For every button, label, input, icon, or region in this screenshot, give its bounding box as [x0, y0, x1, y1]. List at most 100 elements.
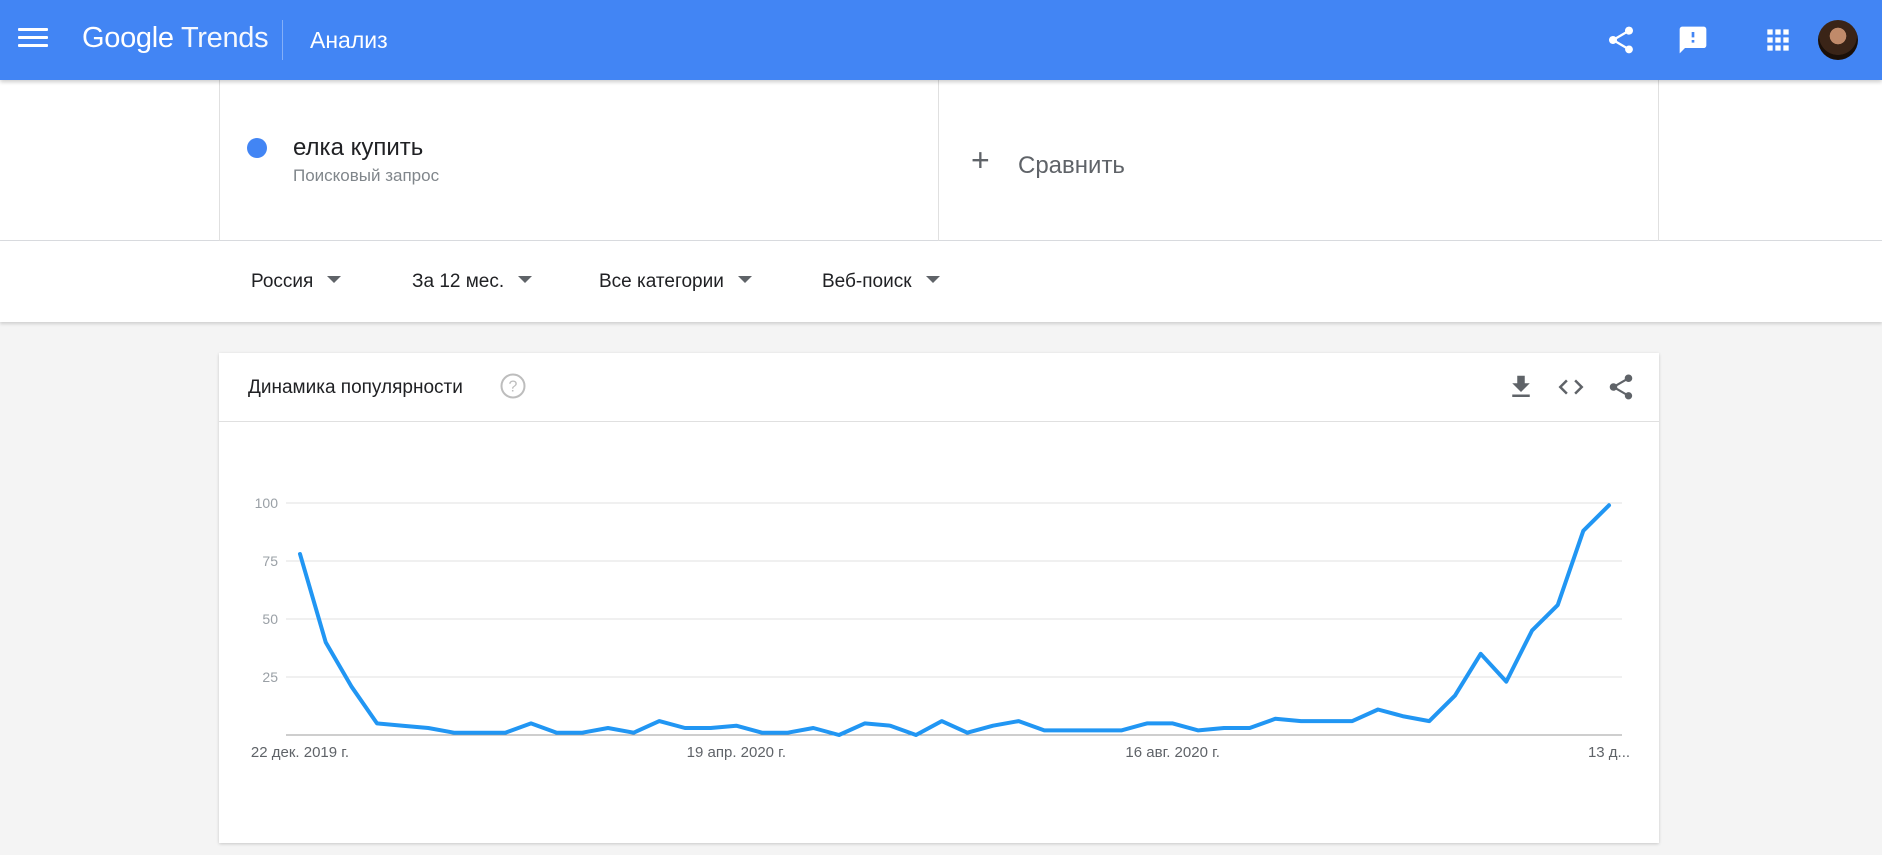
header-divider: [282, 20, 283, 60]
data-point[interactable]: [1118, 727, 1124, 733]
data-point[interactable]: [554, 730, 560, 736]
data-point[interactable]: [887, 723, 893, 729]
data-point[interactable]: [862, 720, 868, 726]
data-point[interactable]: [1016, 718, 1022, 724]
help-icon[interactable]: ?: [499, 372, 527, 400]
top-app-bar: Google Trends Анализ: [0, 0, 1882, 80]
y-tick-label: 75: [262, 553, 278, 569]
term-color-dot: [247, 138, 267, 158]
data-point[interactable]: [682, 725, 688, 731]
geo-filter-dropdown[interactable]: Россия: [251, 271, 342, 293]
share-icon[interactable]: [1606, 372, 1636, 402]
data-point[interactable]: [477, 730, 483, 736]
data-point[interactable]: [1093, 727, 1099, 733]
data-point[interactable]: [913, 732, 919, 738]
data-point[interactable]: [1247, 725, 1253, 731]
data-point[interactable]: [939, 718, 945, 724]
data-point[interactable]: [990, 723, 996, 729]
data-point[interactable]: [1195, 727, 1201, 733]
series-line: [298, 503, 1611, 737]
data-point[interactable]: [374, 720, 380, 726]
compare-label: Сравнить: [1018, 152, 1125, 179]
data-point[interactable]: [528, 720, 534, 726]
card-header: Динамика популярности ?: [219, 353, 1659, 422]
data-point[interactable]: [733, 723, 739, 729]
data-point[interactable]: [400, 723, 406, 729]
data-point[interactable]: [785, 730, 791, 736]
avatar[interactable]: [1818, 20, 1858, 60]
data-point[interactable]: [1503, 679, 1509, 685]
card-title: Динамика популярности: [248, 377, 463, 398]
search-terms-panel: елка купить Поисковый запрос + Сравнить: [0, 80, 1882, 241]
data-point[interactable]: [1041, 727, 1047, 733]
caret-down-icon: [737, 276, 752, 284]
data-point[interactable]: [502, 730, 508, 736]
share-icon[interactable]: [1605, 24, 1637, 56]
data-point[interactable]: [1426, 718, 1432, 724]
plus-icon: +: [971, 142, 990, 178]
data-point[interactable]: [1452, 693, 1458, 699]
data-point[interactable]: [579, 730, 585, 736]
data-point[interactable]: [1324, 718, 1330, 724]
data-point[interactable]: [708, 725, 714, 731]
compare-button[interactable]: + Сравнить: [939, 80, 1659, 241]
data-point[interactable]: [297, 551, 303, 557]
data-point[interactable]: [1298, 718, 1304, 724]
data-point[interactable]: [656, 718, 662, 724]
data-point[interactable]: [1170, 720, 1176, 726]
interest-over-time-card: Динамика популярности ? 100 75 50 25 22 дек.…: [219, 353, 1659, 843]
embed-code-icon[interactable]: [1556, 372, 1586, 402]
term-name: елка купить: [293, 134, 424, 161]
interest-chart-svg: 100 75 50 25 22 дек. 2019 г. 19 апр. 2020 г. 1…: [251, 495, 1630, 761]
y-tick-label: 100: [255, 495, 279, 511]
data-point[interactable]: [1272, 716, 1278, 722]
time-filter-dropdown[interactable]: За 12 мес.: [412, 271, 533, 293]
caret-down-icon: [925, 276, 940, 284]
data-point[interactable]: [1555, 602, 1561, 608]
geo-filter-label: Россия: [251, 271, 314, 292]
menu-icon[interactable]: [18, 28, 48, 52]
data-point[interactable]: [759, 730, 765, 736]
data-point[interactable]: [1580, 528, 1586, 534]
data-point[interactable]: [451, 730, 457, 736]
data-point[interactable]: [323, 639, 329, 645]
x-tick-label: 22 дек. 2019 г.: [251, 744, 349, 761]
term-type: Поисковый запрос: [293, 166, 440, 185]
category-filter-dropdown[interactable]: Все категории: [599, 271, 752, 293]
data-point[interactable]: [1375, 706, 1381, 712]
data-point[interactable]: [1529, 628, 1535, 634]
x-tick-label: 19 апр. 2020 г.: [687, 744, 786, 761]
data-point[interactable]: [836, 732, 842, 738]
data-point[interactable]: [348, 683, 354, 689]
data-point[interactable]: [1478, 651, 1484, 657]
caret-down-icon: [327, 276, 342, 284]
data-point[interactable]: [1067, 727, 1073, 733]
search-property-label: Веб-поиск: [822, 271, 912, 292]
y-tick-label: 50: [262, 611, 278, 627]
data-point[interactable]: [605, 725, 611, 731]
data-point[interactable]: [810, 725, 816, 731]
search-property-dropdown[interactable]: Веб-поиск: [822, 271, 940, 293]
svg-text:?: ?: [509, 379, 518, 396]
data-point[interactable]: [1401, 713, 1407, 719]
apps-icon[interactable]: [1762, 24, 1794, 56]
download-icon[interactable]: [1506, 372, 1536, 402]
google-trends-logo[interactable]: Google Trends: [82, 22, 269, 55]
search-term-card[interactable]: елка купить Поисковый запрос: [219, 80, 939, 241]
caret-down-icon: [518, 276, 533, 284]
x-tick-label: 16 авг. 2020 г.: [1125, 744, 1219, 761]
data-point[interactable]: [631, 730, 637, 736]
feedback-icon[interactable]: [1677, 24, 1709, 56]
data-point[interactable]: [1349, 718, 1355, 724]
data-point[interactable]: [425, 725, 431, 731]
x-tick-label: 13 д...: [1588, 744, 1630, 761]
time-filter-label: За 12 мес.: [412, 271, 505, 292]
data-point[interactable]: [1606, 502, 1612, 508]
data-point[interactable]: [964, 730, 970, 736]
y-tick-label: 25: [262, 669, 278, 685]
data-point[interactable]: [1144, 720, 1150, 726]
category-filter-label: Все категории: [599, 271, 724, 292]
data-point[interactable]: [1221, 725, 1227, 731]
filter-bar: Россия За 12 мес. Все категории Веб-поис…: [0, 241, 1882, 322]
interest-chart[interactable]: 100 75 50 25 22 дек. 2019 г. 19 апр. 2020 г. 1…: [219, 423, 1659, 843]
